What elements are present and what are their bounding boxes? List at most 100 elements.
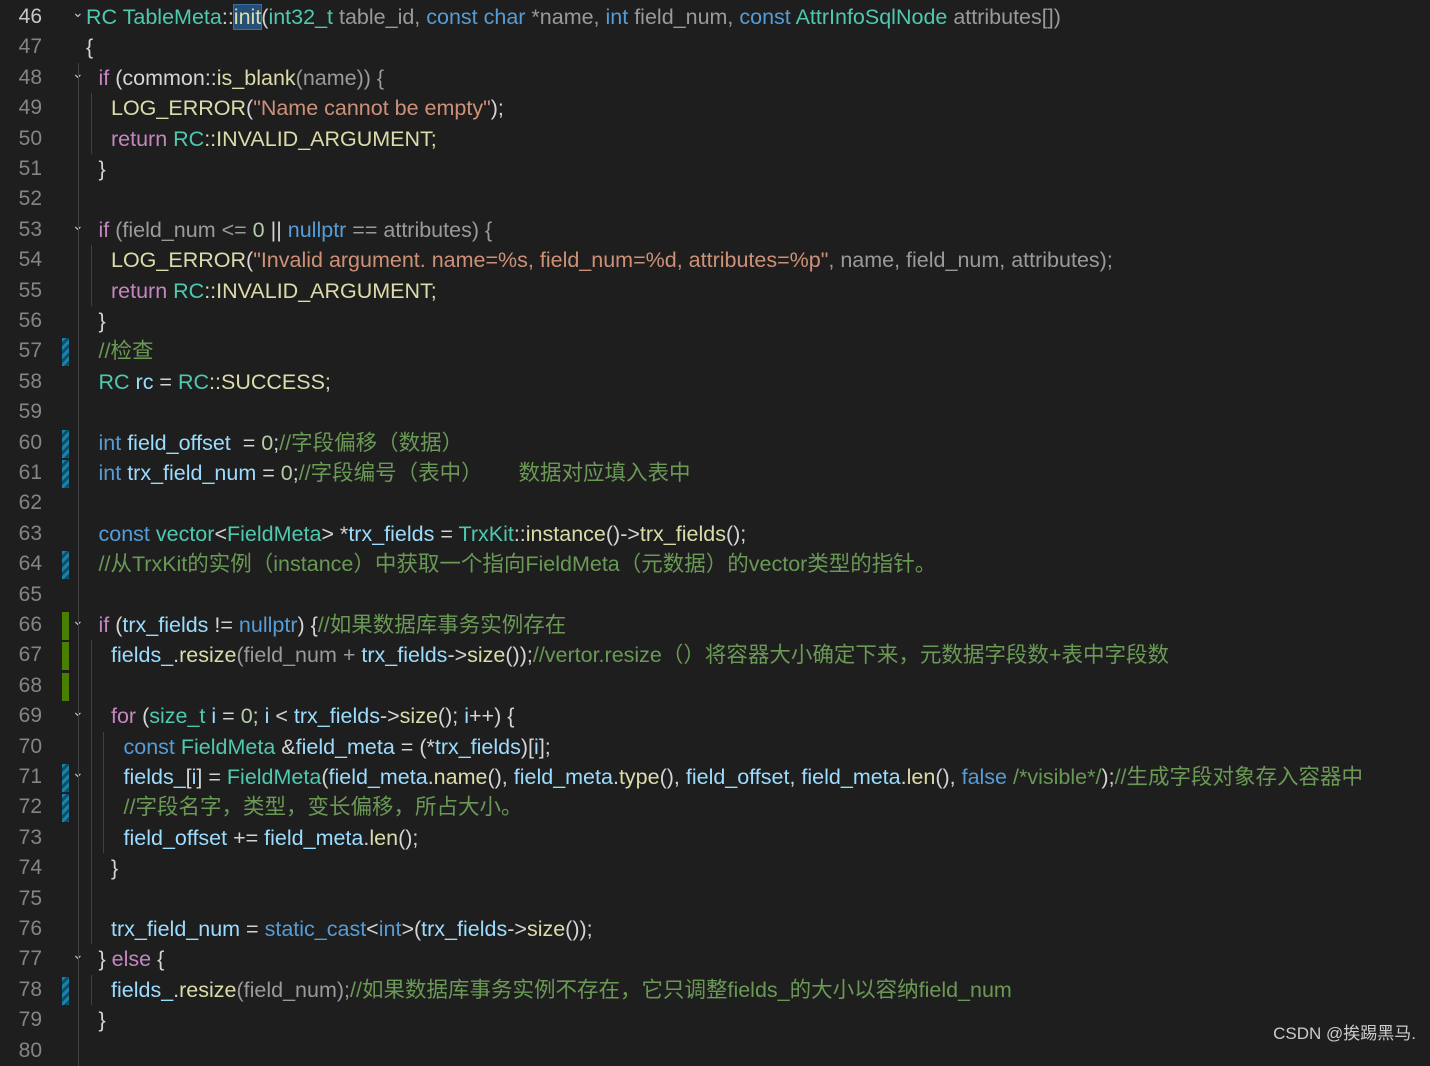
code-line[interactable]: 65	[0, 579, 1430, 610]
code-token: (name)) {	[295, 65, 385, 90]
code-line[interactable]: 49 LOG_ERROR("Name cannot be empty");	[0, 93, 1430, 124]
code-token: //从TrxKit的实例（instance）中获取一个指向FieldMeta（元…	[98, 552, 937, 577]
line-number: 49	[18, 96, 42, 120]
code-line[interactable]: 69⌄for (size_t i = 0; i < trx_fields->si…	[0, 701, 1430, 732]
code-line[interactable]: 63 const vector<FieldMeta> *trx_fields = …	[0, 518, 1430, 550]
code-text[interactable]: //字段名字，类型，变长偏移，所占大小。	[124, 792, 523, 822]
indent-guide	[103, 822, 104, 854]
indent-guide	[90, 670, 92, 702]
added-line-marker[interactable]	[62, 672, 69, 701]
code-text[interactable]: {	[86, 32, 93, 62]
indent-guide	[78, 427, 79, 458]
code-editor[interactable]: 46 ⌄ RC TableMeta::init(int32_t table_id, …	[0, 0, 1430, 1066]
code-line[interactable]: 54 LOG_ERROR("Invalid argument. name=%s, …	[0, 245, 1430, 276]
code-line[interactable]: 70 const FieldMeta &field_meta = (*trx_fi…	[0, 731, 1430, 762]
code-line[interactable]: 73 field_offset += field_meta.len();	[0, 822, 1430, 854]
code-token: //检查	[98, 339, 154, 364]
code-line[interactable]: 52	[0, 184, 1430, 215]
code-token: }	[98, 157, 106, 181]
code-text[interactable]: if (common::is_blank(name)) {	[99, 63, 385, 93]
code-line[interactable]: 77⌄} else {	[0, 944, 1430, 975]
code-line[interactable]: 55 return RC::INVALID_ARGUMENT;	[0, 275, 1430, 306]
code-token: ());	[505, 643, 533, 668]
code-line[interactable]: 48⌄if (common::is_blank(name)) {	[0, 62, 1430, 94]
modified-line-marker[interactable]	[62, 551, 69, 580]
code-line[interactable]: 74}	[0, 853, 1430, 884]
code-text[interactable]: RC rc = RC::SUCCESS;	[99, 367, 331, 397]
code-token: == attributes) {	[346, 217, 493, 242]
code-text[interactable]: }	[99, 154, 106, 184]
code-token: ) {	[297, 613, 318, 637]
code-text[interactable]: for (size_t i = 0; i < trx_fields->size(…	[111, 701, 514, 731]
code-text[interactable]: //检查	[99, 336, 154, 366]
code-token: (field_num);	[236, 977, 351, 1002]
code-text[interactable]: fields_.resize(field_num);//如果数据库事务实例不存在…	[111, 975, 1012, 1005]
fold-chevron-icon[interactable]: ⌄	[72, 0, 84, 28]
code-token: =	[256, 461, 281, 485]
code-line[interactable]: 46 ⌄ RC TableMeta::init(int32_t table_id, …	[0, 2, 1430, 32]
code-token: <	[214, 521, 227, 546]
code-line[interactable]: 61 int trx_field_num = 0;//字段编号（表中） 数据对应填…	[0, 458, 1430, 489]
code-text[interactable]: fields_[i] = FieldMeta(field_meta.name()…	[124, 762, 1364, 792]
code-line[interactable]: 72 //字段名字，类型，变长偏移，所占大小。	[0, 792, 1430, 823]
code-text[interactable]: fields_.resize(field_num + trx_fields->s…	[111, 640, 1169, 670]
code-line[interactable]: 47 {	[0, 32, 1430, 62]
code-text[interactable]: int trx_field_num = 0;//字段编号（表中） 数据对应填入表…	[99, 458, 691, 488]
modified-line-marker[interactable]	[62, 338, 69, 367]
code-line[interactable]: 80	[0, 1035, 1430, 1066]
code-token: =	[230, 430, 262, 455]
code-line[interactable]: 51}	[0, 154, 1430, 185]
modified-line-marker[interactable]	[62, 429, 69, 458]
code-text[interactable]: }	[99, 306, 106, 336]
modified-line-marker[interactable]	[62, 460, 69, 488]
added-line-marker[interactable]	[62, 612, 69, 640]
code-text[interactable]: int field_offset = 0;//字段偏移（数据）	[99, 428, 464, 458]
modified-line-marker[interactable]	[62, 794, 69, 823]
code-text[interactable]: if (field_num <= 0 || nullptr == attribu…	[99, 215, 493, 245]
modified-line-marker[interactable]	[62, 764, 69, 792]
code-line[interactable]: 60 int field_offset = 0;//字段偏移（数据）	[0, 427, 1430, 458]
code-text[interactable]: }	[111, 853, 118, 883]
code-token: len	[906, 765, 936, 789]
code-text[interactable]: const FieldMeta &field_meta = (*trx_fiel…	[124, 732, 551, 762]
code-text[interactable]: RC TableMeta::init(int32_t table_id, con…	[86, 2, 1061, 32]
code-token: int	[378, 917, 402, 941]
indent-guide	[78, 549, 79, 580]
code-line[interactable]: 75	[0, 883, 1430, 914]
code-text[interactable]: trx_field_num = static_cast<int>(trx_fie…	[111, 914, 593, 944]
added-line-marker[interactable]	[62, 642, 69, 671]
code-token: instance	[525, 521, 606, 546]
code-line[interactable]: 78 fields_.resize(field_num);//如果数据库事务实例不…	[0, 974, 1430, 1006]
code-line[interactable]: 79}	[0, 1005, 1430, 1036]
code-line[interactable]: 67 fields_.resize(field_num + trx_fields-…	[0, 640, 1430, 671]
indent-guide	[78, 154, 79, 185]
code-line[interactable]: 56}	[0, 306, 1430, 337]
indent-guide	[78, 883, 79, 914]
code-text[interactable]: return RC::INVALID_ARGUMENT;	[111, 276, 437, 306]
code-token: ->	[379, 704, 400, 729]
code-line[interactable]: 68	[0, 670, 1430, 702]
code-line[interactable]: 50 return RC::INVALID_ARGUMENT;	[0, 123, 1430, 154]
code-line[interactable]: 64 //从TrxKit的实例（instance）中获取一个指向FieldMeta…	[0, 549, 1430, 580]
code-line[interactable]: 62	[0, 488, 1430, 519]
code-text[interactable]: const vector<FieldMeta> *trx_fields = Tr…	[99, 519, 747, 549]
code-token: RC	[177, 369, 210, 394]
code-token: trx_fields	[122, 613, 209, 637]
code-line[interactable]: 58 RC rc = RC::SUCCESS;	[0, 366, 1430, 398]
code-text[interactable]: //从TrxKit的实例（instance）中获取一个指向FieldMeta（元…	[99, 549, 937, 579]
code-line[interactable]: 59	[0, 397, 1430, 428]
code-text[interactable]: }	[99, 1005, 106, 1035]
code-line[interactable]: 53⌄if (field_num <= 0 || nullptr == attr…	[0, 214, 1430, 246]
code-token: ->	[447, 643, 468, 668]
code-line[interactable]: 71⌄fields_[i] = FieldMeta(field_meta.nam…	[0, 762, 1430, 793]
code-line[interactable]: 66⌄if (trx_fields != nullptr) {//如果数据库事务…	[0, 610, 1430, 641]
code-text[interactable]: if (trx_fields != nullptr) {//如果数据库事务实例存…	[99, 610, 567, 640]
code-text[interactable]: LOG_ERROR("Name cannot be empty");	[111, 93, 504, 123]
code-line[interactable]: 76 trx_field_num = static_cast<int>(trx_f…	[0, 914, 1430, 945]
modified-line-marker[interactable]	[62, 976, 69, 1005]
code-text[interactable]: } else {	[99, 944, 165, 974]
code-line[interactable]: 57 //检查	[0, 336, 1430, 367]
code-text[interactable]: return RC::INVALID_ARGUMENT;	[111, 124, 437, 154]
code-text[interactable]: field_offset += field_meta.len();	[124, 823, 419, 853]
code-text[interactable]: LOG_ERROR("Invalid argument. name=%s, fi…	[111, 245, 1113, 275]
